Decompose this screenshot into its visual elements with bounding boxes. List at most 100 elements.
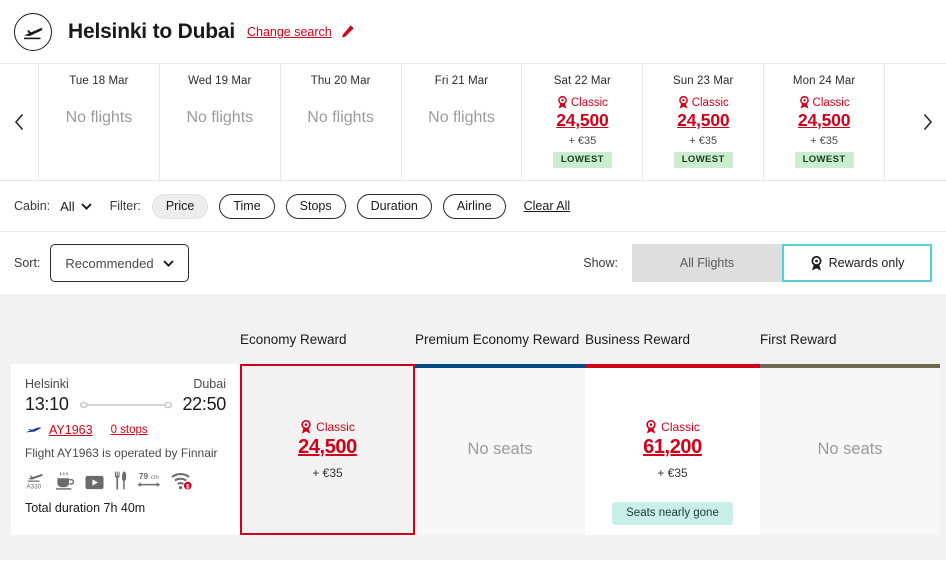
- fare-class-tag: Classic: [799, 96, 850, 109]
- carousel-prev-button[interactable]: [0, 64, 38, 180]
- amenities-row: A330 79 cm $: [25, 470, 226, 490]
- date-cell[interactable]: Sun 23 Mar Classic 24,500 + €35 LOWEST: [642, 64, 764, 180]
- clear-all-link[interactable]: Clear All: [524, 199, 571, 213]
- toggle-rewards-only[interactable]: Rewards only: [782, 244, 932, 282]
- award-ribbon-icon: [811, 255, 822, 271]
- lowest-badge: LOWEST: [673, 152, 733, 168]
- award-ribbon-icon: [646, 419, 656, 434]
- page-header: Helsinki to Dubai Change search: [0, 0, 946, 64]
- destination-city: Dubai: [193, 377, 226, 391]
- date-cell[interactable]: Fri 21 Mar No flights: [400, 64, 522, 180]
- date-price[interactable]: 24,500: [556, 110, 609, 131]
- flight-identity-row: AY1963 0 stops: [25, 423, 226, 437]
- fare-cell-business[interactable]: Classic 61,200 + €35 Seats nearly gone: [585, 364, 760, 535]
- departure-time: 13:10: [25, 394, 69, 414]
- show-label: Show:: [583, 256, 618, 270]
- fare-price[interactable]: 61,200: [643, 436, 702, 459]
- column-header-first: First Reward: [760, 332, 837, 348]
- date-cell[interactable]: Thu 20 Mar No flights: [279, 64, 401, 180]
- flight-detail-card: Helsinki Dubai 13:10 22:50 AY1963 0 stop…: [11, 364, 240, 535]
- date-label: Sat 22 Mar: [553, 75, 611, 87]
- fare-cell-economy[interactable]: Classic 24,500 + €35: [240, 364, 415, 535]
- fare-column-headers: Economy Reward Premium Economy Reward Bu…: [0, 294, 946, 364]
- cabin-select[interactable]: All: [60, 198, 92, 214]
- lowest-badge: LOWEST: [552, 152, 612, 168]
- filter-chip-duration[interactable]: Duration: [356, 193, 432, 219]
- date-cell[interactable]: Mon 24 Mar Classic 24,500 + €35 LOWEST: [763, 64, 885, 180]
- operated-by-label: Flight AY1963 is operated by Finnair: [25, 446, 218, 460]
- svg-text:79: 79: [139, 471, 149, 481]
- flight-number-link[interactable]: AY1963: [49, 423, 93, 437]
- aircraft-a330-icon: A330: [25, 470, 45, 490]
- fare-fee: + €35: [312, 465, 343, 480]
- award-ribbon-icon: [557, 96, 567, 109]
- toggle-all-flights[interactable]: All Flights: [632, 244, 782, 282]
- seat-pitch-icon: 79 cm: [137, 470, 161, 490]
- chevron-right-icon: [923, 113, 932, 131]
- fare-price[interactable]: 24,500: [298, 436, 357, 459]
- sort-select-value: Recommended: [65, 255, 154, 271]
- date-cell[interactable]: Wed 19 Mar No flights: [158, 64, 280, 180]
- svg-text:cm: cm: [151, 475, 159, 481]
- award-ribbon-icon: [678, 96, 688, 109]
- pencil-edit-icon[interactable]: [340, 24, 355, 39]
- column-header-business: Business Reward: [585, 332, 691, 348]
- sort-select[interactable]: Recommended: [50, 244, 189, 282]
- show-toggle-group: All Flights Rewards only: [632, 244, 932, 282]
- page-title: Helsinki to Dubai: [68, 19, 235, 43]
- date-label: Thu 20 Mar: [310, 75, 371, 87]
- origin-city: Helsinki: [25, 377, 69, 391]
- date-price[interactable]: 24,500: [677, 110, 730, 131]
- results-area: Economy Reward Premium Economy Reward Bu…: [0, 294, 946, 560]
- cabin-select-value: All: [60, 198, 75, 214]
- fare-cell-premium-economy[interactable]: No seats: [415, 364, 585, 535]
- award-ribbon-icon: [301, 419, 311, 434]
- date-cell[interactable]: Sat 22 Mar Classic 24,500 + €35 LOWEST: [521, 64, 643, 180]
- stops-link[interactable]: 0 stops: [111, 424, 148, 436]
- change-search-link[interactable]: Change search: [247, 25, 332, 39]
- video-screen-icon: [85, 475, 104, 490]
- fare-class-label: Classic: [812, 96, 850, 109]
- date-label: Sun 23 Mar: [673, 75, 734, 87]
- filter-label: Filter:: [109, 199, 141, 213]
- no-seats-label: No seats: [467, 440, 533, 458]
- fare-cell-first[interactable]: No seats: [760, 364, 940, 535]
- chevron-left-icon: [14, 113, 23, 131]
- date-fee: + €35: [568, 135, 597, 147]
- column-accent-bar-first: [760, 364, 940, 368]
- date-price[interactable]: 24,500: [798, 110, 851, 131]
- fare-class-label: Classic: [316, 419, 355, 434]
- no-seats-label: No seats: [817, 440, 883, 458]
- fare-fee: + €35: [657, 465, 688, 480]
- plane-takeoff-circle-icon: [14, 12, 52, 51]
- no-flights-label: No flights: [428, 109, 495, 126]
- fare-class-tag: Classic: [678, 96, 729, 109]
- date-fee: + €35: [689, 135, 718, 147]
- carousel-track: Tue 18 Mar No flights Wed 19 Mar No flig…: [38, 64, 908, 180]
- coffee-cup-icon: [55, 472, 75, 490]
- filter-chip-stops[interactable]: Stops: [285, 193, 346, 219]
- toggle-rewards-label: Rewards only: [828, 256, 905, 270]
- seats-nearly-gone-badge: Seats nearly gone: [612, 502, 733, 525]
- flight-search-results-page: Helsinki to Dubai Change search Tue 18 M…: [0, 0, 946, 581]
- carousel-next-button[interactable]: [908, 64, 946, 180]
- flight-result-row: Helsinki Dubai 13:10 22:50 AY1963 0 stop…: [0, 364, 946, 535]
- date-label: Mon 24 Mar: [792, 75, 856, 87]
- flight-times: 13:10 22:50: [25, 394, 226, 415]
- date-cell[interactable]: Tue 18 Mar No flights: [38, 64, 159, 180]
- chevron-down-icon: [162, 259, 174, 267]
- fare-class-tag: Classic: [645, 419, 700, 434]
- fare-class-label: Classic: [661, 419, 700, 434]
- filter-chip-price[interactable]: Price: [151, 193, 209, 219]
- flight-duration-bar: [79, 400, 173, 410]
- svg-text:A330: A330: [26, 484, 41, 490]
- filter-chip-airline[interactable]: Airline: [442, 193, 506, 219]
- award-ribbon-icon: [799, 96, 809, 109]
- fare-class-label: Classic: [691, 96, 729, 109]
- filter-chip-time[interactable]: Time: [219, 193, 275, 219]
- sort-label: Sort:: [14, 256, 41, 270]
- date-cell-partial[interactable]: [884, 64, 908, 180]
- total-duration-label: Total duration 7h 40m: [25, 501, 146, 515]
- wifi-paid-icon: $: [171, 472, 192, 490]
- arrival-time: 22:50: [182, 394, 226, 414]
